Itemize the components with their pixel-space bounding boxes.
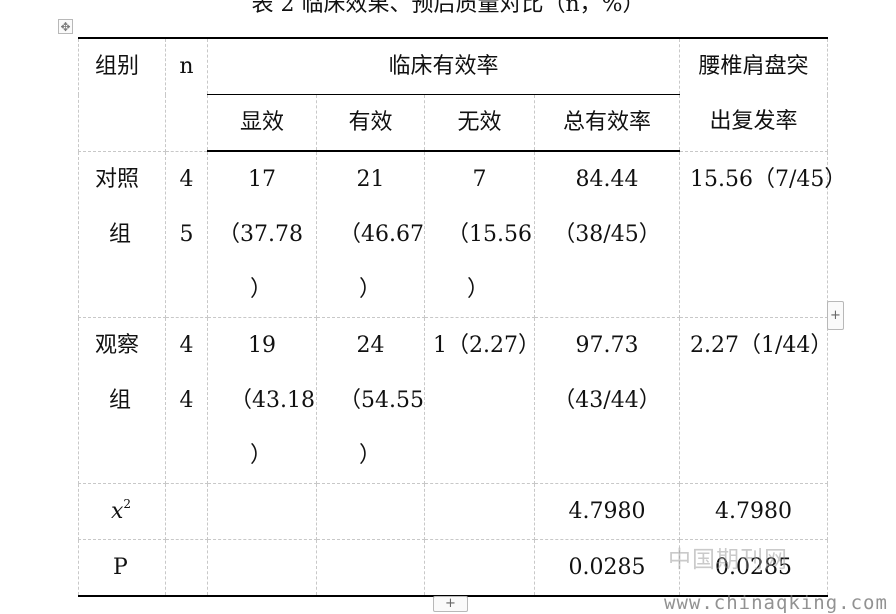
watermark-url: www.chinaqking.com: [664, 592, 888, 614]
row-total: 84.44 （38/45）: [533, 150, 681, 318]
row-total: 97.73 （43/44）: [533, 317, 681, 484]
comparison-table: 组别 n 临床有效率 腰椎肩盘突 出复发率 显效 有效 无效 总有效率 对照组 …: [78, 37, 846, 597]
row-effective: 24 （54.55 ）: [316, 317, 425, 484]
row-ineffective: 1（2.27）: [424, 317, 540, 484]
row-group: 对照组: [78, 150, 166, 318]
row-n: 45: [165, 150, 208, 318]
row-marked: 19 （43.18 ）: [207, 317, 317, 484]
row-ineffective: 7 （15.56 ）: [424, 150, 535, 318]
add-column-button[interactable]: +: [827, 301, 844, 330]
stat-label: P: [78, 539, 166, 597]
header-n: n: [165, 37, 208, 152]
table-row: 观察组 44 19 （43.18 ） 24 （54.55 ） 1（2.27） 9…: [78, 317, 832, 484]
row-effective: 21 （46.67 ）: [316, 150, 425, 318]
stat-total: 4.7980: [533, 483, 681, 540]
header-efficacy: 临床有效率: [206, 37, 681, 95]
table-caption: 表 2 临床效果、预后质量对比（n，%）: [251, 0, 645, 17]
row-recurrence: 2.27（1/44）: [679, 317, 832, 484]
header-ineffective: 无效: [424, 94, 535, 152]
header-total: 总有效率: [533, 94, 681, 152]
row-group: 观察组: [78, 317, 166, 484]
header-recurrence: 腰椎肩盘突 出复发率: [679, 37, 829, 152]
row-n: 44: [165, 317, 208, 484]
stat-recurrence: 4.7980: [679, 483, 829, 540]
row-marked: 17 （37.78 ）: [207, 150, 317, 318]
header-row-1: 组别 n 临床有效率 腰椎肩盘突 出复发率: [78, 37, 829, 152]
header-group: 组别: [78, 37, 166, 152]
stat-row-chi: x2 4.7980 4.7980: [78, 483, 829, 540]
row-recurrence: 15.56（7/45）: [679, 150, 846, 318]
add-row-button[interactable]: +: [433, 596, 468, 612]
stat-total: 0.0285: [533, 539, 681, 597]
watermark-logo-text: 中国期刊网: [668, 547, 788, 573]
table-row: 对照组 45 17 （37.78 ） 21 （46.67 ） 7 （15.56 …: [78, 150, 846, 318]
stat-label: x2: [78, 483, 166, 540]
table-move-handle-icon[interactable]: ✥: [58, 19, 73, 34]
header-marked: 显效: [207, 94, 317, 152]
header-effective: 有效: [316, 94, 425, 152]
